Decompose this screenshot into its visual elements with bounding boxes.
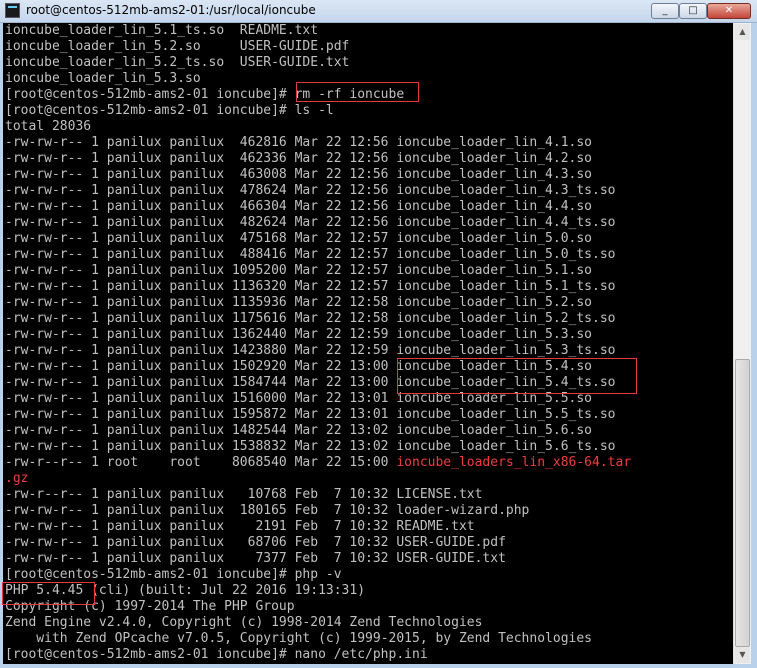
terminal-line: ioncube_loader_lin_5.2_ts.so USER-GUIDE.… [5, 55, 350, 70]
file-row: -rw-rw-r-- 1 panilux panilux 466304 Mar … [5, 199, 592, 214]
command-rm-line: [root@centos-512mb-ams2-01 ioncube]# rm … [5, 87, 405, 102]
file-row: -rw-rw-r-- 1 panilux panilux 180165 Feb … [5, 503, 530, 518]
minimize-button[interactable]: _ [651, 3, 679, 19]
maximize-button[interactable]: □ [679, 3, 707, 19]
file-row: -rw-rw-r-- 1 panilux panilux 1595872 Mar… [5, 407, 616, 422]
file-row: -rw-r--r-- 1 panilux panilux 10768 Feb 7… [5, 487, 483, 502]
terminal-lines: ioncube_loader_lin_5.1_ts.so README.txt … [5, 23, 631, 663]
archive-row-prefix: -rw-r--r-- 1 root root 8068540 Mar 22 15… [5, 455, 397, 470]
command-ls-line: [root@centos-512mb-ams2-01 ioncube]# ls … [5, 103, 334, 118]
file-row: -rw-rw-r-- 1 panilux panilux 1482544 Mar… [5, 423, 592, 438]
file-row: -rw-rw-r-- 1 panilux panilux 488416 Mar … [5, 247, 616, 262]
file-row: -rw-rw-r-- 1 panilux panilux 1362440 Mar… [5, 327, 592, 342]
command-php-line: [root@centos-512mb-ams2-01 ioncube]# php… [5, 567, 342, 582]
file-row: -rw-rw-r-- 1 panilux panilux 1516000 Mar… [5, 391, 592, 406]
file-row: -rw-rw-r-- 1 panilux panilux 7377 Feb 7 … [5, 551, 506, 566]
archive-file-row: -rw-r--r-- 1 root root 8068540 Mar 22 15… [5, 455, 631, 471]
php-version-line: PHP 5.4.45 (cli) (built: Jul 22 2016 19:… [5, 583, 366, 598]
terminal-line: Zend Engine v2.4.0, Copyright (c) 1998-2… [5, 615, 483, 630]
terminal-line: ioncube_loader_lin_5.2.so USER-GUIDE.pdf [5, 39, 350, 54]
file-row: -rw-rw-r-- 1 panilux panilux 68706 Feb 7… [5, 535, 506, 550]
scroll-down-arrow-icon[interactable]: ▼ [735, 647, 750, 663]
archive-file-name: ioncube_loaders_lin_x86-64.tar [396, 455, 632, 470]
window-bottom-border [0, 664, 757, 668]
file-row: -rw-rw-r-- 1 panilux panilux 1175616 Mar… [5, 311, 616, 326]
putty-window: root@centos-512mb-ams2-01:/usr/local/ion… [0, 0, 757, 668]
terminal-line: Copyright (c) 1997-2014 The PHP Group [5, 599, 295, 614]
file-row: -rw-rw-r-- 1 panilux panilux 1095200 Mar… [5, 263, 592, 278]
file-row: -rw-rw-r-- 1 panilux panilux 462336 Mar … [5, 151, 592, 166]
terminal-line: ioncube_loader_lin_5.3.so [5, 71, 201, 86]
window-title: root@centos-512mb-ams2-01:/usr/local/ion… [26, 3, 316, 17]
putty-terminal-icon [5, 3, 20, 18]
file-row: -rw-rw-r-- 1 panilux panilux 462816 Mar … [5, 135, 592, 150]
file-row: -rw-rw-r-- 1 panilux panilux 475168 Mar … [5, 231, 592, 246]
file-row: -rw-rw-r-- 1 panilux panilux 463008 Mar … [5, 167, 592, 182]
close-button[interactable]: ✕ [707, 3, 751, 19]
file-row-5-4-ts: -rw-rw-r-- 1 panilux panilux 1584744 Mar… [5, 375, 616, 390]
command-nano-line: [root@centos-512mb-ams2-01 ioncube]# nan… [5, 647, 428, 662]
terminal-line: total 28036 [5, 119, 92, 134]
file-row: -rw-rw-r-- 1 panilux panilux 2191 Feb 7 … [5, 519, 475, 534]
archive-file-name-wrap: .gz [5, 471, 29, 486]
file-row: -rw-rw-r-- 1 panilux panilux 478624 Mar … [5, 183, 616, 198]
file-row-5-4: -rw-rw-r-- 1 panilux panilux 1502920 Mar… [5, 359, 592, 374]
file-row: -rw-rw-r-- 1 panilux panilux 1423880 Mar… [5, 343, 616, 358]
file-row: -rw-rw-r-- 1 panilux panilux 482624 Mar … [5, 215, 616, 230]
terminal-line: ioncube_loader_lin_5.1_ts.so README.txt [5, 23, 319, 38]
vertical-scrollbar[interactable]: ▲ ▼ [733, 23, 751, 664]
file-row: -rw-rw-r-- 1 panilux panilux 1136320 Mar… [5, 279, 616, 294]
file-row: -rw-rw-r-- 1 panilux panilux 1538832 Mar… [5, 439, 616, 454]
terminal-line: with Zend OPcache v7.0.5, Copyright (c) … [5, 631, 592, 646]
file-row: -rw-rw-r-- 1 panilux panilux 1135936 Mar… [5, 295, 592, 310]
scroll-up-arrow-icon[interactable]: ▲ [735, 24, 750, 40]
scrollbar-thumb[interactable] [735, 359, 750, 647]
title-bar[interactable]: root@centos-512mb-ams2-01:/usr/local/ion… [0, 0, 757, 23]
terminal-output[interactable]: ioncube_loader_lin_5.1_ts.so README.txt … [3, 23, 733, 664]
